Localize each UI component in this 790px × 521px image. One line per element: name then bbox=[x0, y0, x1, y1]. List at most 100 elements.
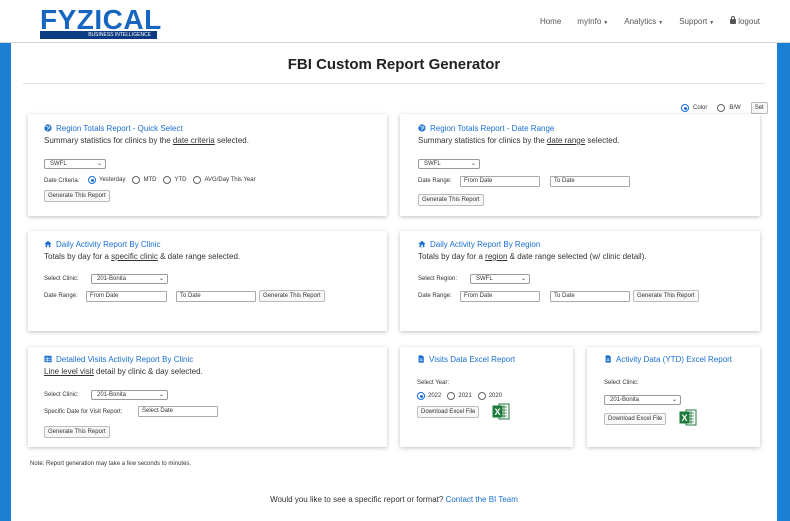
clinic-select[interactable]: 201-Bonita ⌄ bbox=[604, 395, 681, 405]
to-date-input[interactable]: To Date bbox=[176, 291, 256, 302]
set-color-button[interactable]: Set bbox=[750, 102, 768, 114]
yesterday-radio[interactable] bbox=[88, 176, 96, 184]
color-radio-label: Color bbox=[693, 105, 708, 111]
detailed-visits-title-text: Detailed Visits Activity Report By Clini… bbox=[56, 355, 194, 364]
select-clinic-label: Select Clinic: bbox=[44, 392, 79, 398]
caret-down-icon: ▼ bbox=[603, 20, 609, 26]
ytd-radio[interactable] bbox=[163, 176, 172, 184]
globe-icon bbox=[418, 124, 426, 132]
activity-excel-title: Activity Data (YTD) Excel Report bbox=[604, 355, 732, 364]
top-navbar: FYZICAL BUSINESS INTELLIGENCE Home myInf… bbox=[0, 0, 790, 43]
from-date-input[interactable]: From Date bbox=[460, 291, 540, 302]
bw-radio-label: B/W bbox=[729, 105, 741, 111]
desc-text: Totals by day for a bbox=[418, 252, 486, 261]
region-range-desc: Summary statistics for clinics by the da… bbox=[418, 136, 619, 145]
desc-underlined: Line level visit bbox=[44, 367, 94, 376]
select-region-label: Select Region: bbox=[418, 276, 458, 282]
desc-underlined: region bbox=[485, 252, 508, 261]
chevron-down-icon: ⌄ bbox=[158, 276, 164, 282]
from-date-input[interactable]: From Date bbox=[460, 176, 540, 187]
region-select-value: SWFL bbox=[50, 161, 67, 167]
generate-report-button[interactable]: Generate This Report bbox=[44, 426, 110, 438]
main-nav: Home myInfo ▼ Analytics ▼ Support ▼ logout bbox=[540, 16, 760, 26]
visits-excel-title: Visits Data Excel Report bbox=[417, 355, 515, 364]
visit-date-label: Specific Date for Visit Report: bbox=[44, 409, 123, 415]
year-2022-radio[interactable] bbox=[417, 392, 425, 400]
region-quick-title: Region Totals Report - Quick Select bbox=[44, 124, 183, 133]
region-range-title-text: Region Totals Report - Date Range bbox=[430, 124, 555, 133]
generate-report-button[interactable]: Generate This Report bbox=[418, 194, 484, 206]
to-date-input[interactable]: To Date bbox=[550, 291, 630, 302]
clinic-select[interactable]: 201-Bonita ⌄ bbox=[91, 390, 168, 400]
nav-logout[interactable]: logout bbox=[730, 16, 760, 26]
year-2020-radio[interactable] bbox=[477, 392, 486, 400]
year-2022-label: 2022 bbox=[428, 393, 442, 399]
mtd-radio[interactable] bbox=[132, 176, 141, 184]
activity-excel-card: Activity Data (YTD) Excel Report Select … bbox=[587, 347, 760, 447]
avg-radio[interactable] bbox=[193, 176, 202, 184]
caret-down-icon: ▼ bbox=[709, 20, 715, 26]
clinic-select-value: 201-Bonita bbox=[610, 397, 640, 403]
date-criteria-label: Date Criteria: bbox=[44, 178, 80, 184]
date-criteria-options: Yesterday MTD YTD AVG/Day This Year bbox=[88, 176, 256, 184]
home-icon bbox=[44, 240, 52, 248]
year-2020-label: 2020 bbox=[488, 393, 503, 399]
chevron-down-icon: ⌄ bbox=[96, 161, 102, 167]
desc-underlined: date range bbox=[546, 136, 586, 145]
generate-report-button[interactable]: Generate This Report bbox=[633, 290, 699, 302]
region-select[interactable]: SWFL ⌄ bbox=[44, 159, 106, 169]
color-radio[interactable] bbox=[681, 104, 689, 112]
generation-note: Note: Report generation may take a few s… bbox=[30, 461, 192, 467]
region-select-value: SWFL bbox=[424, 161, 441, 167]
footer-contact: Would you like to see a specific report … bbox=[11, 495, 777, 504]
caret-down-icon: ▼ bbox=[658, 20, 664, 26]
download-excel-button[interactable]: Download Excel File bbox=[417, 406, 480, 418]
year-options: 2022 2021 2020 bbox=[417, 392, 502, 400]
year-2021-radio[interactable] bbox=[447, 392, 456, 400]
desc-text: detail by clinic & day selected. bbox=[93, 367, 203, 376]
excel-icon: X bbox=[492, 403, 510, 420]
footer-text: Would you like to see a specific report … bbox=[270, 495, 446, 504]
yesterday-label: Yesterday bbox=[99, 177, 126, 183]
region-select[interactable]: SWFL ⌄ bbox=[418, 159, 480, 169]
region-select-value: SWFL bbox=[476, 276, 493, 282]
nav-support-label: Support bbox=[679, 17, 708, 26]
nav-myinfo[interactable]: myInfo ▼ bbox=[577, 17, 608, 26]
nav-logout-label: logout bbox=[738, 17, 760, 26]
nav-myinfo-label: myInfo bbox=[577, 17, 602, 26]
detailed-visits-title: Detailed Visits Activity Report By Clini… bbox=[44, 355, 193, 364]
visit-date-input[interactable]: Select Date bbox=[138, 406, 218, 417]
visits-excel-title-text: Visits Data Excel Report bbox=[429, 355, 516, 364]
select-year-label: Select Year: bbox=[417, 380, 450, 386]
detailed-visits-desc: Line level visit detail by clinic & day … bbox=[44, 367, 203, 376]
chevron-down-icon: ⌄ bbox=[671, 397, 677, 403]
nav-analytics[interactable]: Analytics ▼ bbox=[624, 17, 663, 26]
lock-icon bbox=[730, 16, 737, 24]
generate-report-button[interactable]: Generate This Report bbox=[44, 190, 110, 202]
table-icon bbox=[44, 355, 52, 363]
clinic-select[interactable]: 201-Bonita ⌄ bbox=[91, 274, 168, 284]
bw-radio[interactable] bbox=[717, 104, 726, 112]
from-date-input[interactable]: From Date bbox=[86, 291, 167, 302]
nav-support[interactable]: Support ▼ bbox=[679, 17, 714, 26]
region-range-title: Region Totals Report - Date Range bbox=[418, 124, 554, 133]
desc-text: selected. bbox=[214, 136, 249, 145]
region-select[interactable]: SWFL ⌄ bbox=[470, 274, 530, 284]
select-clinic-label: Select Clinic: bbox=[604, 380, 639, 386]
color-mode-selector: Color B/W Set bbox=[681, 102, 768, 114]
nav-home[interactable]: Home bbox=[540, 17, 561, 26]
globe-icon bbox=[44, 124, 52, 132]
download-excel-button[interactable]: Download Excel File bbox=[604, 413, 667, 425]
desc-text: & date range selected (w/ clinic detail)… bbox=[507, 252, 647, 261]
contact-bi-team-link[interactable]: Contact the BI Team bbox=[446, 495, 518, 504]
daily-region-title-text: Daily Activity Report By Region bbox=[430, 240, 541, 249]
daily-clinic-desc: Totals by day for a specific clinic & da… bbox=[44, 252, 240, 261]
fyzical-logo[interactable]: FYZICAL BUSINESS INTELLIGENCE bbox=[40, 5, 161, 40]
desc-text: & date range selected. bbox=[157, 252, 241, 261]
home-icon bbox=[418, 240, 426, 248]
to-date-input[interactable]: To Date bbox=[550, 176, 630, 187]
generate-report-button[interactable]: Generate This Report bbox=[259, 290, 325, 302]
visits-excel-card: Visits Data Excel Report Select Year: 20… bbox=[400, 347, 573, 447]
desc-underlined: date criteria bbox=[172, 136, 215, 145]
page-title: FBI Custom Report Generator bbox=[287, 56, 501, 73]
